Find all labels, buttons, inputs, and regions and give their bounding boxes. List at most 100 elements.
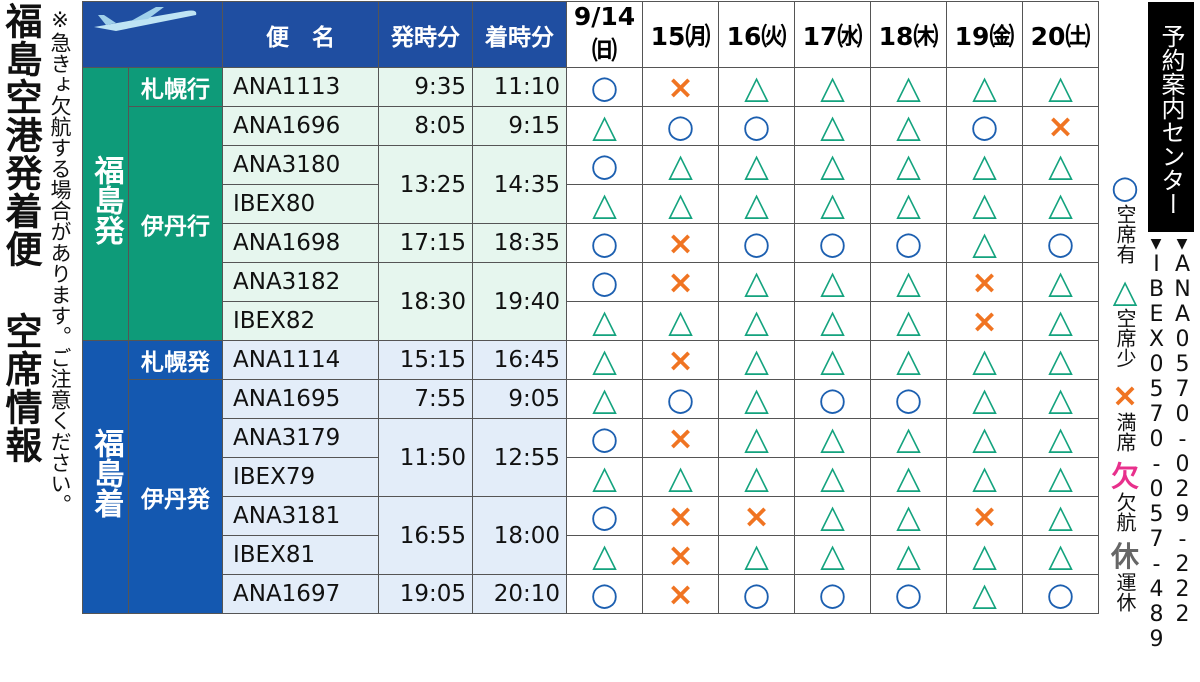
- status-cell: ○: [794, 574, 871, 614]
- reservation-sidebar: 予約案内センター ▼ ANA 0570-029-222 ▼ IBEX 0570-057-4…: [1142, 0, 1200, 682]
- status-cell: ○: [642, 106, 719, 146]
- flight-number: IBEX80: [222, 184, 379, 224]
- status-cell: △: [946, 145, 1023, 185]
- status-cell: △: [1022, 184, 1099, 224]
- departure-time: 19:05: [378, 574, 473, 614]
- legend-label: 満席: [1113, 412, 1137, 452]
- legend-label: 欠航: [1113, 492, 1137, 532]
- status-cell: △: [566, 340, 643, 380]
- status-cell: △: [1022, 340, 1099, 380]
- flight-number: ANA1697: [222, 574, 379, 614]
- header-row: 便 名 発時分 着時分 9/14㈰ 15㈪ 16㈫ 17㈬ 18㈭ 19㈮ 20…: [82, 1, 1099, 68]
- header-date: 9/14㈰: [566, 1, 643, 68]
- status-cell: △: [870, 301, 947, 341]
- table-row: IBEX79 △ △ △ △ △ △ △: [83, 457, 1099, 497]
- status-cell: △: [1022, 301, 1099, 341]
- legend-item: 休運休: [1105, 542, 1145, 613]
- arrival-time: 9:15: [472, 106, 567, 146]
- phone-number: 0570-057-489: [1144, 352, 1169, 652]
- status-cell: △: [946, 340, 1023, 380]
- status-cell: ○: [566, 418, 643, 458]
- route-label: 札幌発: [128, 340, 223, 380]
- status-cell: △: [946, 535, 1023, 575]
- status-cell: ×: [642, 223, 719, 263]
- status-cell: △: [794, 535, 871, 575]
- status-cell: ×: [642, 574, 719, 614]
- route-label: 札幌行: [128, 67, 223, 107]
- status-cell: △: [794, 262, 871, 302]
- flight-number: ANA1113: [222, 67, 379, 107]
- header-arr: 着時分: [472, 1, 567, 68]
- departure-time: 9:35: [378, 67, 473, 107]
- status-cell: △: [870, 106, 947, 146]
- status-cell: △: [718, 184, 795, 224]
- status-cell: △: [1022, 535, 1099, 575]
- flight-number: ANA1696: [222, 106, 379, 146]
- status-cell: △: [870, 184, 947, 224]
- phone-airline: IBEX: [1144, 252, 1169, 352]
- status-cell: ○: [566, 223, 643, 263]
- arrival-time: 16:45: [472, 340, 567, 380]
- departure-time: 15:15: [378, 340, 473, 380]
- departure-time: 13:25: [378, 145, 473, 224]
- status-cell: ○: [794, 379, 871, 419]
- status-cell: ○: [566, 145, 643, 185]
- status-cell: △: [794, 184, 871, 224]
- status-cell: △: [718, 340, 795, 380]
- status-cell: △: [794, 67, 871, 107]
- status-cell: △: [718, 535, 795, 575]
- group-label: 福島着: [82, 340, 129, 614]
- status-cell: △: [870, 535, 947, 575]
- status-cell: △: [870, 262, 947, 302]
- table-row: IBEX82 △ △ △ △ △ × △: [83, 301, 1099, 341]
- table-row: ANA1697 19:05 20:10 ○ × ○ ○ ○ △ ○: [83, 574, 1099, 614]
- header-dep: 発時分: [378, 1, 473, 68]
- status-cell: ○: [566, 67, 643, 107]
- arrival-time: 19:40: [472, 262, 567, 341]
- status-cell: ○: [794, 223, 871, 263]
- table-row: 伊丹発 ANA1695 7:55 9:05 △ ○ △ ○ ○ △ △: [83, 379, 1099, 614]
- status-cell: △: [794, 457, 871, 497]
- status-cell: ×: [642, 496, 719, 536]
- phone-list: ▼ ANA 0570-029-222 ▼ IBEX 0570-057-489: [1144, 236, 1195, 652]
- flight-number: IBEX82: [222, 301, 379, 341]
- status-cell: △: [1022, 67, 1099, 107]
- status-cell: △: [946, 223, 1023, 263]
- phone-entry: ▼ ANA 0570-029-222: [1170, 236, 1195, 652]
- status-cell: ×: [642, 418, 719, 458]
- flight-number: ANA1695: [222, 379, 379, 419]
- status-cell: ×: [946, 496, 1023, 536]
- status-cell: △: [718, 262, 795, 302]
- status-cell: ○: [566, 574, 643, 614]
- status-cell: ×: [642, 340, 719, 380]
- status-cell: ×: [642, 535, 719, 575]
- flight-number: ANA1114: [222, 340, 379, 380]
- table-row: 伊丹行 ANA1696 8:05 9:15 △ ○ ○ △ △ ○ ×: [83, 106, 1099, 341]
- arrow-down-icon: ▼: [1176, 236, 1188, 252]
- caution-note: ※急きょ欠航する場合があります。ご注意ください。: [48, 8, 72, 515]
- table-row: IBEX81 △ × △ △ △ △ △: [83, 535, 1099, 575]
- status-cell: △: [1022, 496, 1099, 536]
- status-cell: △: [946, 67, 1023, 107]
- status-cell: △: [946, 418, 1023, 458]
- status-cell: △: [1022, 145, 1099, 185]
- phone-number: 0570-029-222: [1170, 327, 1195, 627]
- status-cell: △: [566, 457, 643, 497]
- legend-label: 運休: [1113, 572, 1137, 612]
- status-cell: △: [566, 535, 643, 575]
- status-cell: ○: [946, 106, 1023, 146]
- status-cell: ×: [946, 301, 1023, 341]
- header-date: 18㈭: [870, 1, 947, 68]
- legend-symbol: ○: [1111, 168, 1139, 206]
- status-cell: ○: [870, 379, 947, 419]
- status-cell: △: [946, 184, 1023, 224]
- legend-item: ○ 空席有: [1105, 170, 1145, 264]
- legend-symbol: 欠: [1110, 460, 1139, 493]
- arrival-time: 18:35: [472, 223, 567, 263]
- legend-item: △ 空席少: [1105, 274, 1145, 368]
- status-cell: △: [718, 379, 795, 419]
- departure-time: 7:55: [378, 379, 473, 419]
- reservation-center-label: 予約案内センター: [1148, 2, 1194, 232]
- status-cell: △: [718, 145, 795, 185]
- status-cell: △: [794, 106, 871, 146]
